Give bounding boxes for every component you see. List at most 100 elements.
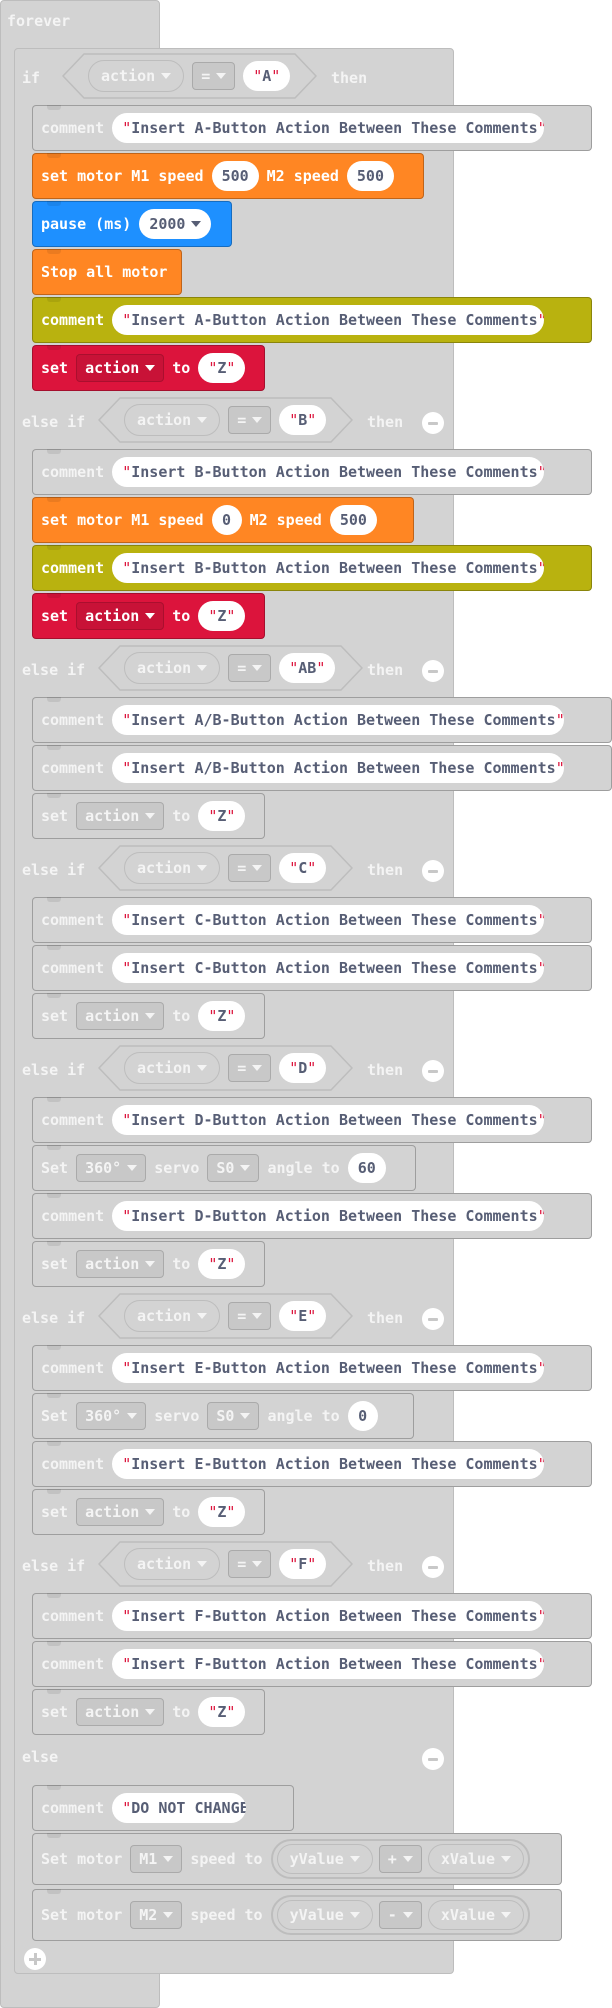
comment-block[interactable]: comment " Insert B-Button Action Between T…: [32, 449, 592, 495]
servo-type-dropdown[interactable]: 360°: [76, 1154, 147, 1182]
math-operation[interactable]: yValue - xValue: [270, 1895, 530, 1935]
comment-text-input[interactable]: " Insert A-Button Action Between These Co…: [112, 305, 545, 335]
comment-text-input[interactable]: "DO NOT CHANGE!": [112, 1793, 247, 1823]
comment-block[interactable]: comment " Insert C-Button Action Between T…: [32, 945, 592, 991]
variable-dropdown[interactable]: action: [76, 1250, 165, 1278]
comment-text-input[interactable]: " Insert C-Button Action Between These Co…: [112, 905, 545, 935]
set-value-input[interactable]: " Z ": [198, 1249, 246, 1279]
compare-value-input[interactable]: " F ": [279, 1549, 327, 1579]
set-value-input[interactable]: " Z ": [198, 353, 246, 383]
compare-value-input[interactable]: " A ": [243, 61, 291, 91]
set-motor-speed-to-block[interactable]: Set motor M2 speed to yValue - xValue: [32, 1889, 562, 1941]
comment-text-input[interactable]: " Insert B-Button Action Between These Co…: [112, 457, 545, 487]
set-motor-speed-block[interactable]: set motor M1 speed 0 M2 speed 500: [32, 497, 414, 543]
set-motor-speed-to-block[interactable]: Set motor M1 speed to yValue + xValue: [32, 1833, 562, 1885]
operator-dropdown[interactable]: =: [228, 654, 272, 682]
xvalue-variable[interactable]: xValue: [427, 1844, 524, 1874]
compare-value-input[interactable]: " E ": [279, 1301, 327, 1331]
equals-condition[interactable]: action = " D ": [98, 1045, 353, 1091]
comment-block[interactable]: comment "DO NOT CHANGE!": [32, 1785, 294, 1831]
comment-text-input[interactable]: " Insert F-Button Action Between These Co…: [112, 1649, 545, 1679]
comment-text-input[interactable]: " Insert C-Button Action Between These Co…: [112, 953, 545, 983]
comment-text-input[interactable]: " Insert D-Button Action Between These Co…: [112, 1105, 545, 1135]
variable-dropdown[interactable]: action: [76, 602, 165, 630]
stop-all-motors-block[interactable]: Stop all motor: [32, 249, 182, 295]
pause-block[interactable]: pause (ms) 2000: [32, 201, 232, 247]
angle-input[interactable]: 60: [347, 1153, 386, 1183]
comment-block[interactable]: comment " Insert B-Button Action Between T…: [32, 545, 592, 591]
m1-speed-input[interactable]: 500: [211, 161, 259, 191]
equals-condition[interactable]: action = " E ": [98, 1293, 353, 1339]
operator-dropdown[interactable]: =: [228, 854, 272, 882]
math-operation[interactable]: yValue + xValue: [270, 1839, 530, 1879]
action-variable[interactable]: action: [124, 1548, 221, 1580]
compare-value-input[interactable]: " B ": [279, 405, 327, 435]
comment-block[interactable]: comment " Insert E-Button Action Between T…: [32, 1441, 592, 1487]
comment-text-input[interactable]: " Insert B-Button Action Between These Co…: [112, 553, 545, 583]
set-variable-block[interactable]: set action to " Z ": [32, 593, 265, 639]
action-variable[interactable]: action: [124, 404, 221, 436]
comment-block[interactable]: comment " Insert E-Button Action Between T…: [32, 1345, 592, 1391]
set-variable-block[interactable]: set action to " Z ": [32, 793, 265, 839]
set-variable-block[interactable]: set action to " Z ": [32, 1689, 265, 1735]
equals-condition[interactable]: action = " C ": [98, 845, 353, 891]
math-operator-dropdown[interactable]: -: [378, 1901, 422, 1929]
servo-port-dropdown[interactable]: S0: [207, 1402, 260, 1430]
variable-dropdown[interactable]: action: [76, 802, 165, 830]
comment-text-input[interactable]: " Insert D-Button Action Between These Co…: [112, 1201, 545, 1231]
action-variable[interactable]: action: [124, 1052, 221, 1084]
servo-port-dropdown[interactable]: S0: [207, 1154, 260, 1182]
xvalue-variable[interactable]: xValue: [427, 1900, 524, 1930]
comment-block[interactable]: comment " Insert D-Button Action Between T…: [32, 1193, 592, 1239]
comment-block[interactable]: comment " Insert F-Button Action Between T…: [32, 1593, 592, 1639]
operator-dropdown[interactable]: =: [192, 62, 236, 90]
variable-dropdown[interactable]: action: [76, 1498, 165, 1526]
servo-type-dropdown[interactable]: 360°: [76, 1402, 147, 1430]
set-variable-block[interactable]: set action to " Z ": [32, 1489, 265, 1535]
equals-condition[interactable]: action = " A ": [62, 53, 317, 99]
comment-block[interactable]: comment " Insert A-Button Action Between T…: [32, 105, 592, 151]
yvalue-variable[interactable]: yValue: [276, 1900, 373, 1930]
set-value-input[interactable]: " Z ": [198, 1497, 246, 1527]
set-servo-angle-block[interactable]: Set 360° servo S0 angle to 60: [32, 1145, 416, 1191]
set-value-input[interactable]: " Z ": [198, 1697, 246, 1727]
remove-branch-icon[interactable]: [422, 412, 444, 434]
comment-block[interactable]: comment " Insert A-Button Action Between T…: [32, 297, 592, 343]
operator-dropdown[interactable]: =: [228, 1302, 272, 1330]
operator-dropdown[interactable]: =: [228, 1054, 272, 1082]
comment-text-input[interactable]: " Insert F-Button Action Between These Co…: [112, 1601, 545, 1631]
remove-branch-icon[interactable]: [422, 1556, 444, 1578]
math-operator-dropdown[interactable]: +: [378, 1845, 422, 1873]
angle-input[interactable]: 0: [347, 1401, 378, 1431]
m2-speed-input[interactable]: 500: [346, 161, 394, 191]
m2-speed-input[interactable]: 500: [329, 505, 377, 535]
compare-value-input[interactable]: " D ": [279, 1053, 327, 1083]
operator-dropdown[interactable]: =: [228, 1550, 272, 1578]
equals-condition[interactable]: action = " F ": [98, 1541, 353, 1587]
remove-branch-icon[interactable]: [422, 860, 444, 882]
set-value-input[interactable]: " Z ": [198, 601, 246, 631]
comment-block[interactable]: comment " Insert F-Button Action Between T…: [32, 1641, 592, 1687]
compare-value-input[interactable]: " C ": [279, 853, 327, 883]
equals-condition[interactable]: action = " AB ": [98, 645, 363, 691]
yvalue-variable[interactable]: yValue: [276, 1844, 373, 1874]
set-motor-speed-block[interactable]: set motor M1 speed 500 M2 speed 500: [32, 153, 424, 199]
action-variable[interactable]: action: [88, 60, 185, 92]
comment-text-input[interactable]: " Insert A/B-Button Action Between These …: [112, 753, 565, 783]
motor-select-dropdown[interactable]: M2: [130, 1901, 183, 1929]
set-value-input[interactable]: " Z ": [198, 1001, 246, 1031]
comment-text-input[interactable]: " Insert E-Button Action Between These Co…: [112, 1449, 545, 1479]
operator-dropdown[interactable]: =: [228, 406, 272, 434]
action-variable[interactable]: action: [124, 852, 221, 884]
set-servo-angle-block[interactable]: Set 360° servo S0 angle to 0: [32, 1393, 414, 1439]
variable-dropdown[interactable]: action: [76, 354, 165, 382]
comment-text-input[interactable]: " Insert A/B-Button Action Between These …: [112, 705, 565, 735]
action-variable[interactable]: action: [124, 1300, 221, 1332]
add-branch-icon[interactable]: [24, 1948, 46, 1970]
variable-dropdown[interactable]: action: [76, 1002, 165, 1030]
set-variable-block[interactable]: set action to " Z ": [32, 993, 265, 1039]
comment-text-input[interactable]: " Insert E-Button Action Between These Co…: [112, 1353, 545, 1383]
remove-else-icon[interactable]: [422, 1748, 444, 1770]
set-variable-block[interactable]: set action to " Z ": [32, 1241, 265, 1287]
remove-branch-icon[interactable]: [422, 1060, 444, 1082]
